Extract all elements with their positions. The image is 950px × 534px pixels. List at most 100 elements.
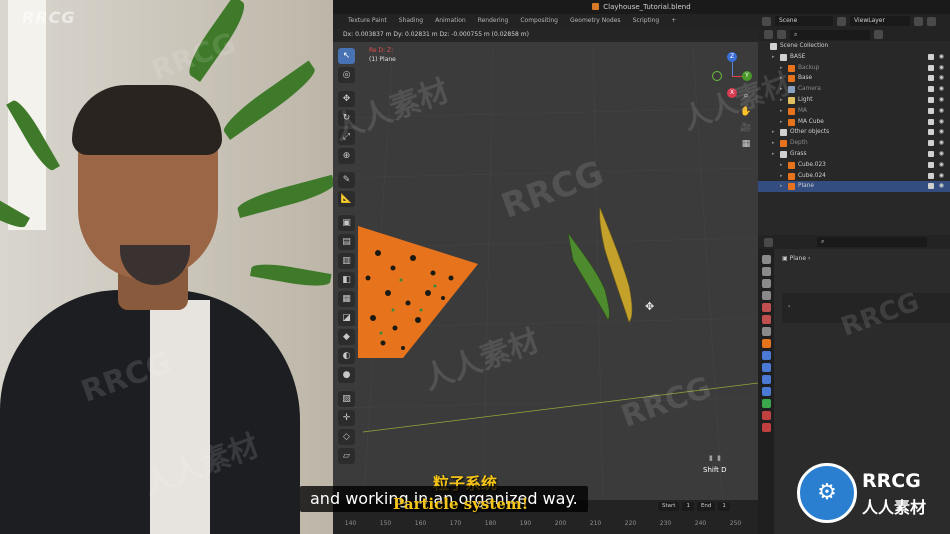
end-frame-field[interactable]: 1 xyxy=(718,501,730,511)
expand-arrow-icon[interactable]: ▸ xyxy=(772,127,775,138)
visibility-eye-icon[interactable]: ◉ xyxy=(939,117,944,128)
outliner-row[interactable]: ▸ Other objects ◉ xyxy=(758,127,950,138)
expand-arrow-icon[interactable]: ▸ xyxy=(772,52,775,63)
physics-tab-icon[interactable] xyxy=(761,375,771,384)
expand-arrow-icon[interactable]: ▸ xyxy=(780,84,783,95)
outliner-row[interactable]: ▸ Cube.023 ◉ xyxy=(758,160,950,171)
visibility-eye-icon[interactable]: ◉ xyxy=(939,138,944,149)
move-tool[interactable]: ✥ xyxy=(338,91,355,107)
viewlayer-field[interactable]: ViewLayer xyxy=(850,16,910,26)
visibility-eye-icon[interactable]: ◉ xyxy=(939,52,944,63)
visibility-eye-icon[interactable]: ◉ xyxy=(939,63,944,74)
expand-arrow-icon[interactable]: ▸ xyxy=(780,117,783,128)
properties-type-icon[interactable] xyxy=(764,237,773,247)
pan-hand-icon[interactable]: ✋ xyxy=(740,106,752,118)
expand-arrow-icon[interactable]: ▸ xyxy=(780,160,783,171)
material-tab-icon[interactable] xyxy=(761,411,771,420)
scene-tab-icon[interactable] xyxy=(761,303,771,312)
tab-compositing[interactable]: Compositing xyxy=(515,14,563,28)
visibility-eye-icon[interactable]: ◉ xyxy=(939,149,944,160)
extrude-tool[interactable]: ▤ xyxy=(338,234,355,250)
expand-arrow-icon[interactable]: ▸ xyxy=(780,63,783,74)
particle-plane-orange[interactable] xyxy=(358,226,478,358)
exclude-checkbox[interactable] xyxy=(928,107,934,114)
tab-geometry-nodes[interactable]: Geometry Nodes xyxy=(565,14,626,28)
y-axis-ball[interactable]: Y xyxy=(742,71,752,81)
measure-tool[interactable]: 📐 xyxy=(338,191,355,207)
tool-tab-icon[interactable] xyxy=(761,255,771,264)
exclude-checkbox[interactable] xyxy=(928,140,934,147)
exclude-checkbox[interactable] xyxy=(928,118,934,125)
exclude-checkbox[interactable] xyxy=(928,64,934,71)
visibility-eye-icon[interactable]: ◉ xyxy=(939,106,944,117)
bevel-tool[interactable]: ◧ xyxy=(338,272,355,288)
select-box-tool[interactable]: ↖ xyxy=(338,48,355,64)
outliner-row[interactable]: ▸ Plane ◉ xyxy=(758,181,950,193)
exclude-checkbox[interactable] xyxy=(928,53,934,60)
output-tab-icon[interactable] xyxy=(761,279,771,288)
scene-field[interactable]: Scene xyxy=(775,16,833,26)
outliner-row[interactable]: ▸ Light ◉ xyxy=(758,95,950,106)
expand-arrow-icon[interactable]: ▸ xyxy=(780,171,783,182)
knife-tool[interactable]: ◪ xyxy=(338,310,355,326)
zoom-icon[interactable]: ⌕ xyxy=(740,90,752,102)
outliner-row[interactable]: ▸ Depth ◉ xyxy=(758,138,950,149)
exclude-checkbox[interactable] xyxy=(928,183,934,190)
properties-search-input[interactable]: ⌕ xyxy=(817,237,927,247)
visibility-eye-icon[interactable]: ◉ xyxy=(939,73,944,84)
close-icon[interactable] xyxy=(927,16,936,26)
edge-slide-tool[interactable]: ▨ xyxy=(338,391,355,407)
tab-animation[interactable]: Animation xyxy=(430,14,471,28)
add-cube-tool[interactable]: ▣ xyxy=(338,215,355,231)
tab-scripting[interactable]: Scripting xyxy=(628,14,665,28)
visibility-eye-icon[interactable]: ◉ xyxy=(939,127,944,138)
copy-icon[interactable] xyxy=(914,16,923,26)
collection-tab-icon[interactable] xyxy=(761,327,771,336)
expand-arrow-icon[interactable]: ▸ xyxy=(772,138,775,149)
transform-tool[interactable]: ⊕ xyxy=(338,148,355,164)
tab-shading[interactable]: Shading xyxy=(394,14,428,28)
display-mode-icon[interactable] xyxy=(777,30,786,39)
outliner-row[interactable]: ▸ Base ◉ xyxy=(758,73,950,84)
outliner-row[interactable]: ▸ Grass ◉ xyxy=(758,149,950,160)
exclude-checkbox[interactable] xyxy=(928,172,934,179)
z-axis-ball[interactable]: Z xyxy=(727,52,737,62)
exclude-checkbox[interactable] xyxy=(928,75,934,82)
scale-tool[interactable]: ⤢ xyxy=(338,129,355,145)
outliner-row[interactable]: ▸ Backup ◉ xyxy=(758,63,950,74)
outliner-search-input[interactable]: ⌕ xyxy=(790,29,870,40)
exclude-checkbox[interactable] xyxy=(928,161,934,168)
visibility-eye-icon[interactable]: ◉ xyxy=(939,84,944,95)
inset-tool[interactable]: ▥ xyxy=(338,253,355,269)
outliner-row[interactable]: ▸ MA Cube ◉ xyxy=(758,117,950,128)
visibility-eye-icon[interactable]: ◉ xyxy=(939,171,944,182)
smooth-tool[interactable]: ● xyxy=(338,367,355,383)
texture-tab-icon[interactable] xyxy=(761,423,771,432)
viewlayer-icon[interactable] xyxy=(837,16,846,26)
properties-panel[interactable]: › xyxy=(782,293,950,323)
expand-arrow-icon[interactable]: ▸ xyxy=(772,149,775,160)
rotate-tool[interactable]: ↻ xyxy=(338,110,355,126)
timeline-ruler[interactable]: 140 150 160 170 180 190 200 210 220 230 240 250 xyxy=(333,512,758,534)
loop-cut-tool[interactable]: ▦ xyxy=(338,291,355,307)
view-layer-tab-icon[interactable] xyxy=(761,291,771,300)
grid-view-icon[interactable]: ▦ xyxy=(740,138,752,150)
rip-tool[interactable]: ▱ xyxy=(338,448,355,464)
exclude-checkbox[interactable] xyxy=(928,129,934,136)
grass-blade-green[interactable] xyxy=(567,232,610,321)
data-tab-icon[interactable] xyxy=(761,399,771,408)
expand-arrow-icon[interactable]: ▸ xyxy=(780,106,783,117)
tab-texture-paint[interactable]: Texture Paint xyxy=(343,14,392,28)
expand-arrow-icon[interactable]: ▸ xyxy=(780,73,783,84)
poly-build-tool[interactable]: ◆ xyxy=(338,329,355,345)
editor-type-icon[interactable] xyxy=(764,30,773,39)
outliner-row[interactable]: ▸ BASE ◉ xyxy=(758,52,950,63)
visibility-eye-icon[interactable]: ◉ xyxy=(939,160,944,171)
tab-rendering[interactable]: Rendering xyxy=(473,14,514,28)
render-tab-icon[interactable] xyxy=(761,267,771,276)
visibility-eye-icon[interactable]: ◉ xyxy=(939,181,944,192)
x-axis-ball[interactable]: X xyxy=(727,88,737,98)
start-frame-field[interactable]: 1 xyxy=(682,501,694,511)
camera-view-icon[interactable]: 🎥 xyxy=(740,122,752,134)
shear-tool[interactable]: ◇ xyxy=(338,429,355,445)
